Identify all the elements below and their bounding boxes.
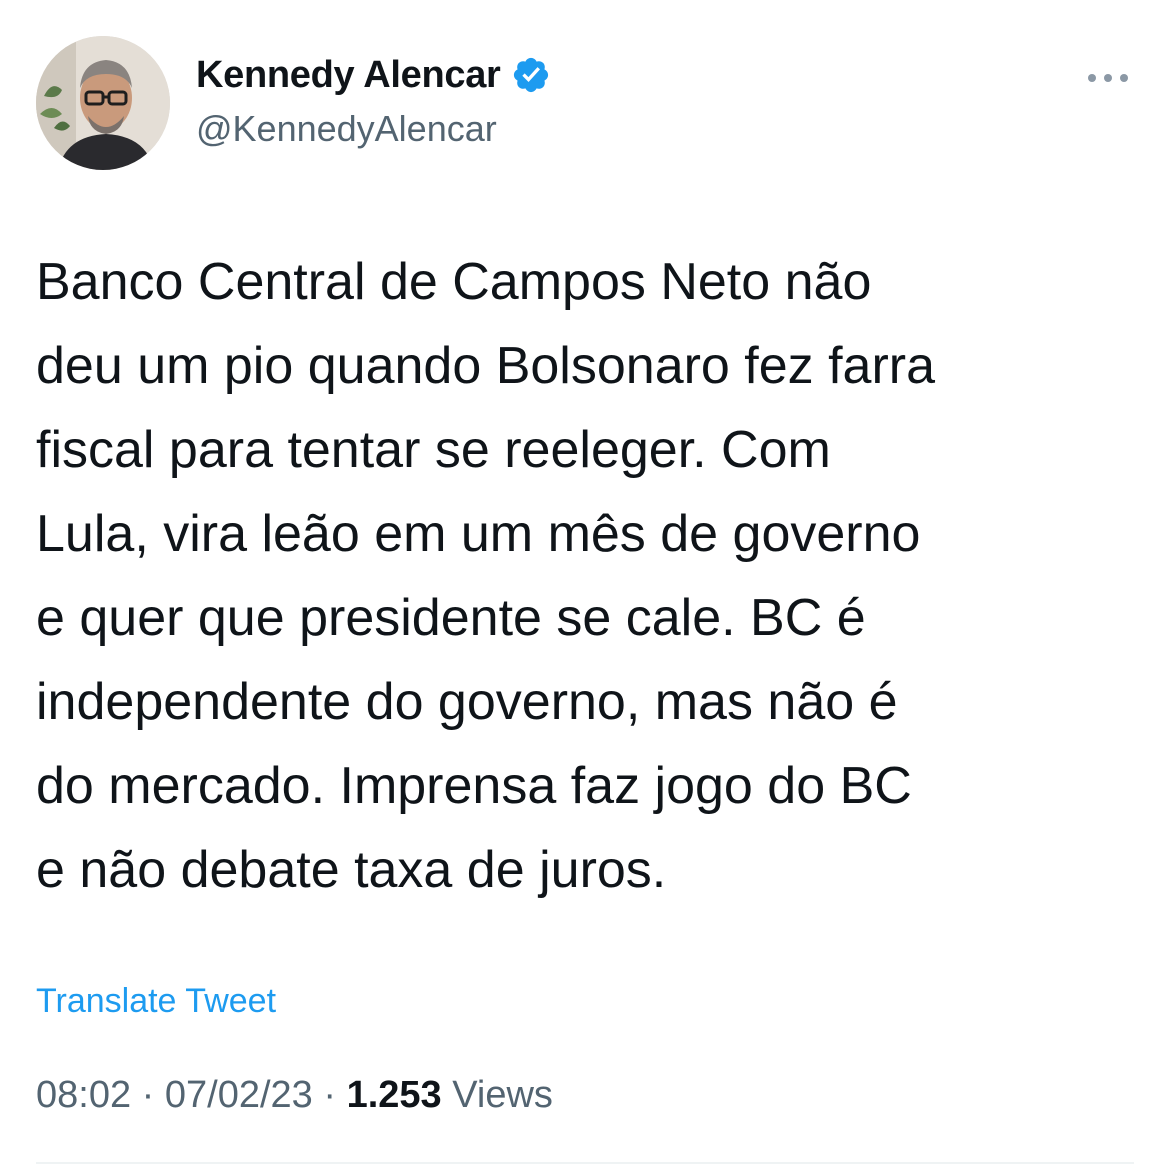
tweet-text-line: e não debate taxa de juros. <box>36 841 667 899</box>
tweet-text-line: e quer que presidente se cale. BC é <box>36 589 866 647</box>
views-count: 1.253 <box>346 1074 442 1116</box>
verified-badge-icon <box>511 55 551 95</box>
tweet-header: Kennedy Alencar @KennedyAlencar <box>36 36 1134 170</box>
display-name[interactable]: Kennedy Alencar <box>196 54 501 97</box>
views-label: Views <box>452 1074 553 1116</box>
avatar-photo <box>36 36 170 170</box>
tweet-text-line: deu um pio quando Bolsonaro fez farra <box>36 337 936 395</box>
tweet-text-line: independente do governo, mas não é <box>36 673 898 731</box>
tweet-text-line: Lula, vira leão em um mês de governo <box>36 505 921 563</box>
translate-tweet-link[interactable]: Translate Tweet <box>36 982 276 1021</box>
meta-separator: · <box>141 1074 155 1116</box>
tweet-meta: 08:02 · 07/02/23 · 1.253 Views <box>36 1074 553 1117</box>
tweet-text-line: fiscal para tentar se reeleger. Com <box>36 421 831 479</box>
more-dots-icon[interactable] <box>1084 66 1132 90</box>
tweet-text-line: Banco Central de Campos Neto não <box>36 253 872 311</box>
tweet-text-line: do mercado. Imprensa faz jogo do BC <box>36 757 912 815</box>
author-names: Kennedy Alencar @KennedyAlencar <box>196 50 551 150</box>
avatar[interactable] <box>36 36 170 170</box>
meta-separator: · <box>323 1074 337 1116</box>
display-name-row: Kennedy Alencar <box>196 50 551 100</box>
handle[interactable]: @KennedyAlencar <box>196 108 551 150</box>
tweet-time[interactable]: 08:02 <box>36 1074 131 1116</box>
divider <box>36 1162 1134 1164</box>
tweet-date[interactable]: 07/02/23 <box>165 1074 313 1116</box>
tweet-text: Banco Central de Campos Neto não deu um … <box>36 240 1136 912</box>
